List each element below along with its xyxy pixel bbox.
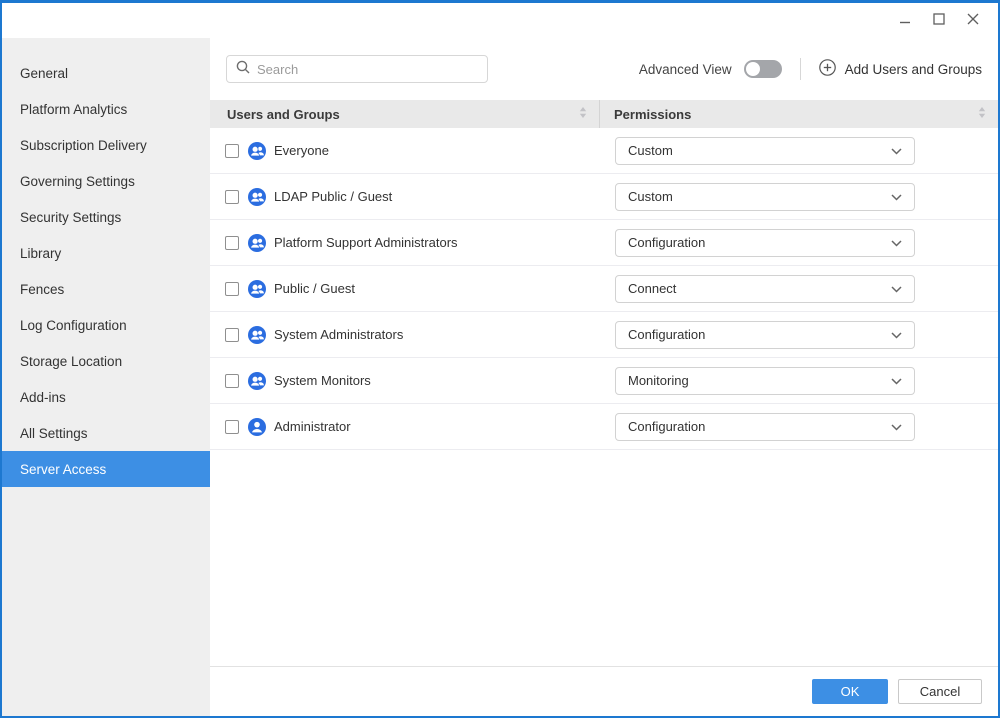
group-icon (248, 372, 266, 390)
settings-sidebar: General Platform Analytics Subscription … (2, 38, 210, 716)
column-header-permissions[interactable]: Permissions (600, 100, 998, 128)
sidebar-item-governing-settings[interactable]: Governing Settings (2, 163, 210, 199)
search-icon (236, 60, 250, 79)
permission-dropdown[interactable]: Configuration (615, 413, 915, 441)
column-label: Permissions (614, 107, 691, 122)
sort-icon[interactable] (978, 106, 986, 122)
server-access-panel: Advanced View Add Users and Groups (210, 38, 998, 716)
table-header: Users and Groups Permissions (210, 100, 998, 128)
chevron-down-icon (891, 280, 902, 298)
group-icon (248, 234, 266, 252)
titlebar (2, 3, 998, 38)
row-name: Everyone (274, 143, 329, 158)
permission-dropdown[interactable]: Custom (615, 137, 915, 165)
user-icon (248, 418, 266, 436)
users-table: Everyone Custom LDAP Public / Guest Cust… (210, 128, 998, 450)
row-name: Administrator (274, 419, 351, 434)
sidebar-item-server-access[interactable]: Server Access (2, 451, 210, 487)
table-row-system-administrators[interactable]: System Administrators Configuration (210, 312, 998, 358)
sidebar-item-platform-analytics[interactable]: Platform Analytics (2, 91, 210, 127)
permission-dropdown[interactable]: Configuration (615, 229, 915, 257)
minimize-icon (899, 12, 911, 30)
search-box[interactable] (226, 55, 488, 83)
group-icon (248, 142, 266, 160)
dropdown-value: Connect (628, 281, 891, 296)
sidebar-item-security-settings[interactable]: Security Settings (2, 199, 210, 235)
row-checkbox[interactable] (225, 328, 239, 342)
column-header-users-and-groups[interactable]: Users and Groups (210, 100, 600, 128)
add-users-and-groups-button[interactable]: Add Users and Groups (819, 59, 982, 79)
sidebar-item-subscription-delivery[interactable]: Subscription Delivery (2, 127, 210, 163)
close-icon (967, 12, 979, 30)
sidebar-item-storage-location[interactable]: Storage Location (2, 343, 210, 379)
ok-button[interactable]: OK (812, 679, 888, 704)
advanced-view-label: Advanced View (639, 62, 732, 77)
plus-circle-icon (819, 59, 836, 79)
permission-dropdown[interactable]: Monitoring (615, 367, 915, 395)
row-checkbox[interactable] (225, 236, 239, 250)
sidebar-item-all-settings[interactable]: All Settings (2, 415, 210, 451)
row-name: Platform Support Administrators (274, 235, 458, 250)
table-row-public-guest[interactable]: Public / Guest Connect (210, 266, 998, 312)
table-row-platform-support-administrators[interactable]: Platform Support Administrators Configur… (210, 220, 998, 266)
empty-area (210, 450, 998, 666)
table-row-administrator[interactable]: Administrator Configuration (210, 404, 998, 450)
chevron-down-icon (891, 326, 902, 344)
row-checkbox[interactable] (225, 282, 239, 296)
toggle-knob (746, 62, 760, 76)
row-name: System Administrators (274, 327, 403, 342)
dropdown-value: Configuration (628, 235, 891, 250)
sidebar-item-add-ins[interactable]: Add-ins (2, 379, 210, 415)
group-icon (248, 280, 266, 298)
row-name: System Monitors (274, 373, 371, 388)
maximize-icon (933, 12, 945, 30)
minimize-button[interactable] (892, 9, 918, 33)
row-checkbox[interactable] (225, 144, 239, 158)
advanced-view-toggle[interactable] (744, 60, 782, 78)
dropdown-value: Configuration (628, 419, 891, 434)
sidebar-item-general[interactable]: General (2, 55, 210, 91)
dropdown-value: Custom (628, 143, 891, 158)
chevron-down-icon (891, 188, 902, 206)
dropdown-value: Monitoring (628, 373, 891, 388)
dropdown-value: Configuration (628, 327, 891, 342)
row-checkbox[interactable] (225, 190, 239, 204)
settings-window: General Platform Analytics Subscription … (0, 0, 1000, 718)
chevron-down-icon (891, 234, 902, 252)
column-label: Users and Groups (227, 107, 340, 122)
sort-icon[interactable] (579, 106, 587, 122)
table-row-ldap-public-guest[interactable]: LDAP Public / Guest Custom (210, 174, 998, 220)
sidebar-item-library[interactable]: Library (2, 235, 210, 271)
add-users-label: Add Users and Groups (845, 62, 982, 77)
close-button[interactable] (960, 9, 986, 33)
row-checkbox[interactable] (225, 374, 239, 388)
table-row-system-monitors[interactable]: System Monitors Monitoring (210, 358, 998, 404)
permission-dropdown[interactable]: Custom (615, 183, 915, 211)
toolbar-divider (800, 58, 801, 80)
chevron-down-icon (891, 418, 902, 436)
cancel-button[interactable]: Cancel (898, 679, 982, 704)
permission-dropdown[interactable]: Connect (615, 275, 915, 303)
group-icon (248, 188, 266, 206)
permission-dropdown[interactable]: Configuration (615, 321, 915, 349)
footer: OK Cancel (210, 666, 998, 716)
chevron-down-icon (891, 372, 902, 390)
search-input[interactable] (257, 62, 478, 77)
dropdown-value: Custom (628, 189, 891, 204)
chevron-down-icon (891, 142, 902, 160)
sidebar-item-log-configuration[interactable]: Log Configuration (2, 307, 210, 343)
group-icon (248, 326, 266, 344)
table-row-everyone[interactable]: Everyone Custom (210, 128, 998, 174)
toolbar: Advanced View Add Users and Groups (210, 38, 998, 100)
row-name: LDAP Public / Guest (274, 189, 392, 204)
row-name: Public / Guest (274, 281, 355, 296)
maximize-button[interactable] (926, 9, 952, 33)
row-checkbox[interactable] (225, 420, 239, 434)
sidebar-item-fences[interactable]: Fences (2, 271, 210, 307)
